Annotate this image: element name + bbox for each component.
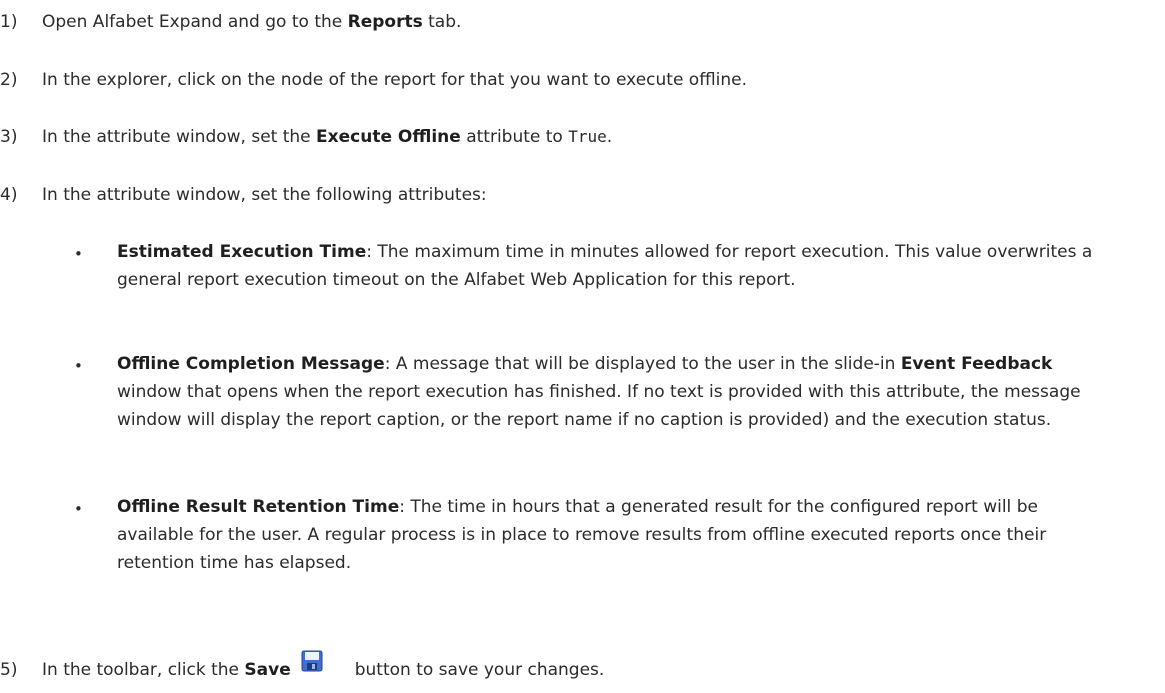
step-text: In the attribute window, set the followi… <box>42 185 487 205</box>
bullet-bold: Event Feedback <box>900 354 1053 374</box>
bullet-bold: Estimated Execution Time <box>117 242 367 262</box>
bullet-item-3: Offline Result Retention Time: The time … <box>117 493 1117 577</box>
step-5: 5) In the toolbar, click the Save button … <box>0 650 1160 684</box>
bullet-text: window that opens when the report execut… <box>117 382 1081 430</box>
step-text: Open Alfabet Expand and go to the <box>42 12 348 32</box>
step-number: 2) <box>0 70 18 90</box>
bullet-bold: Offline Completion Message <box>117 354 385 374</box>
step-number: 3) <box>0 127 18 147</box>
step-number: 1) <box>0 12 18 32</box>
step-text: button to save your changes. <box>354 660 605 680</box>
step-4: 4) In the attribute window, set the follo… <box>0 181 1160 209</box>
step-bold: Reports <box>347 12 423 32</box>
step-3: 3) In the attribute window, set the Execu… <box>0 123 1160 151</box>
step-bold: Execute Offline <box>316 127 461 147</box>
bullet-marker: • <box>74 357 83 375</box>
step-text: In the toolbar, click the <box>42 660 245 680</box>
bullet-item-1: Estimated Execution Time: The maximum ti… <box>117 238 1117 294</box>
bullet-marker: • <box>74 245 83 263</box>
step-text: tab. <box>422 12 462 32</box>
step-number: 5) <box>0 660 18 680</box>
step-text: attribute to <box>460 127 569 147</box>
bullet-bold: Offline Result Retention Time <box>117 497 400 517</box>
step-bold: Save <box>244 660 291 680</box>
bullet-text: : A message that will be displayed to th… <box>384 354 901 374</box>
step-text: . <box>606 127 613 147</box>
step-text: In the explorer, click on the node of th… <box>42 70 748 90</box>
step-1: 1) Open Alfabet Expand and go to the Repo… <box>0 8 1160 36</box>
step-text: In the attribute window, set the <box>42 127 317 147</box>
bullet-item-2: Offline Completion Message: A message th… <box>117 350 1117 434</box>
bullet-marker: • <box>74 500 83 518</box>
floppy-disk-save-icon <box>301 650 323 672</box>
code-value: True <box>568 127 607 146</box>
step-number: 4) <box>0 185 18 205</box>
step-2: 2) In the explorer, click on the node of … <box>0 66 1160 94</box>
